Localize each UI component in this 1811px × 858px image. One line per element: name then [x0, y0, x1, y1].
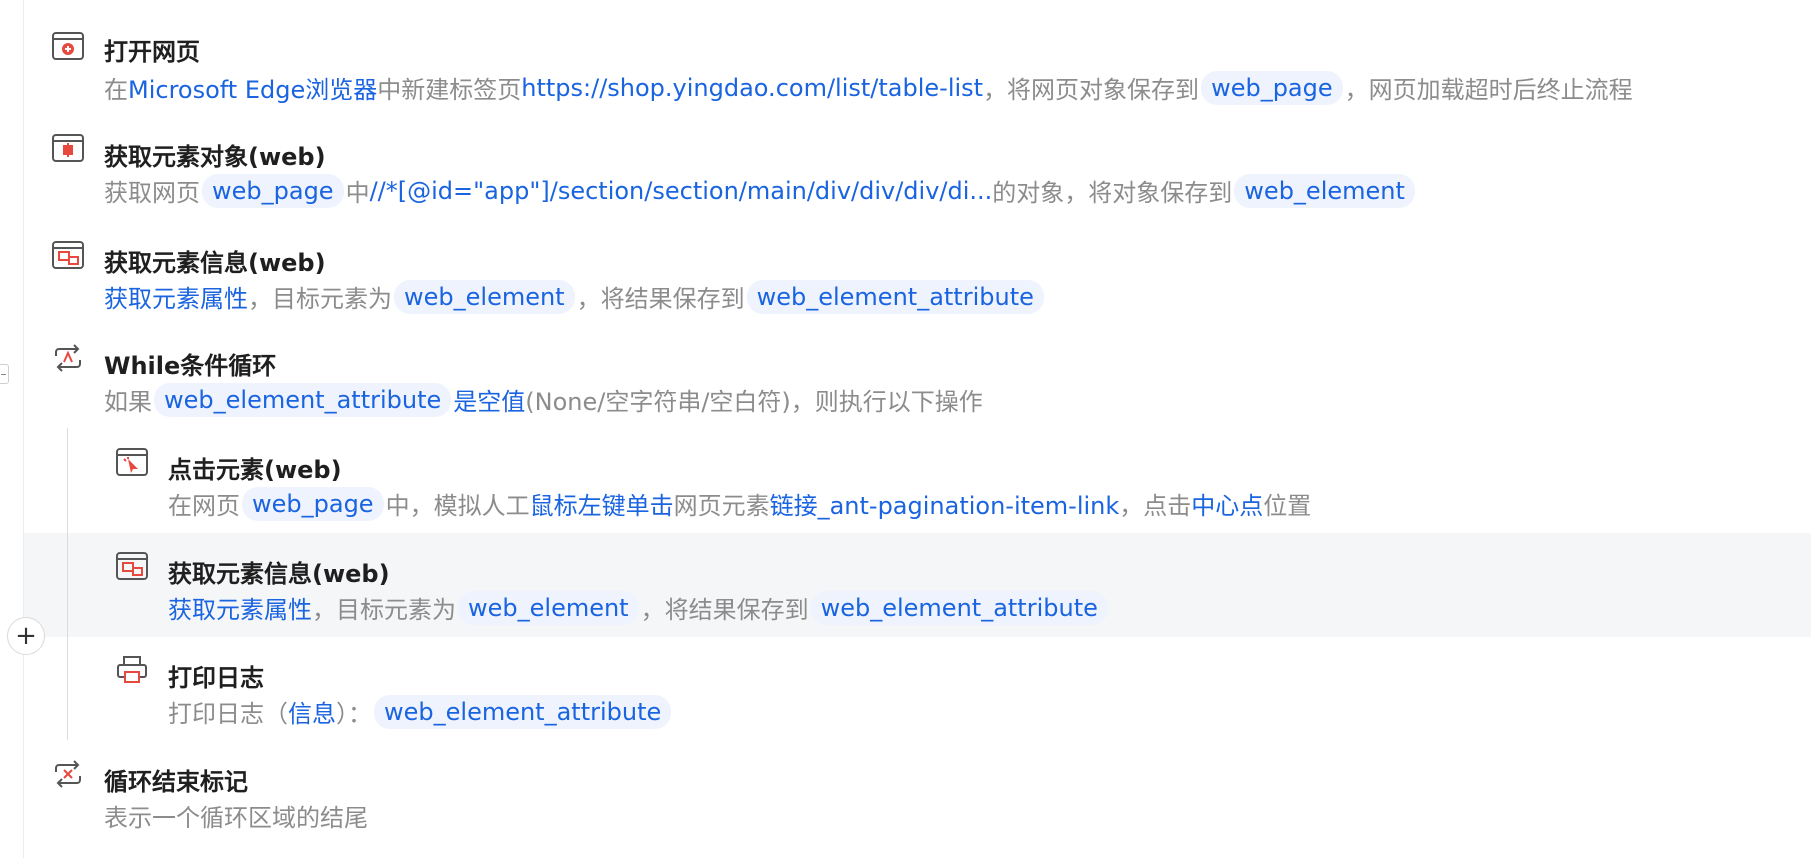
step-title: 获取元素信息(web) — [168, 560, 390, 588]
step-get-element-object[interactable]: 获取元素对象(web) 获取网页 web_page 中 //*[@id="app… — [0, 120, 1811, 224]
step-description: 打印日志（ 信息 ）： web_element_attribute — [168, 694, 673, 729]
variable-pill[interactable]: web_element_attribute — [746, 279, 1044, 314]
step-title: 获取元素对象(web) — [104, 143, 326, 171]
url-link[interactable]: https://shop.yingdao.com/list/table-list — [521, 74, 983, 102]
step-description: 获取元素属性 ，目标元素为 web_element ，将结果保存到 web_el… — [168, 590, 1110, 625]
element-info-icon — [52, 239, 84, 271]
condition-link[interactable]: 是空值 — [453, 382, 525, 417]
variable-pill[interactable]: web_element_attribute — [810, 590, 1108, 625]
step-title: While条件循环 — [104, 352, 277, 380]
step-description: 获取元素属性 ，目标元素为 web_element ，将结果保存到 web_el… — [104, 279, 1046, 314]
step-while-loop[interactable]: While条件循环 如果 web_element_attribute 是空值 (… — [0, 330, 1811, 434]
variable-pill[interactable]: web_page — [202, 173, 344, 208]
step-title: 点击元素(web) — [168, 456, 342, 484]
target-element-link[interactable]: 链接_ant-pagination-item-link — [770, 486, 1120, 521]
variable-pill[interactable]: web_element_attribute — [154, 382, 452, 417]
add-step-button[interactable]: + — [7, 617, 45, 655]
step-get-element-info-2[interactable]: 获取元素信息(web) 获取元素属性 ，目标元素为 web_element ，将… — [0, 538, 1811, 642]
step-title: 打开网页 — [104, 38, 200, 66]
print-icon — [116, 654, 148, 686]
step-title: 获取元素信息(web) — [104, 249, 326, 277]
click-point-link[interactable]: 中心点 — [1191, 486, 1263, 521]
loop-icon — [52, 342, 84, 374]
variable-pill[interactable]: web_element — [458, 590, 639, 625]
action-link[interactable]: 鼠标左键单击 — [530, 486, 674, 521]
step-title: 循环结束标记 — [104, 768, 248, 796]
log-level-link[interactable]: 信息 — [288, 694, 336, 729]
element-object-icon — [52, 132, 84, 164]
variable-pill[interactable]: web_element — [1234, 173, 1415, 208]
step-open-webpage[interactable]: 打开网页 在 Microsoft Edge浏览器 中新建标签页 https://… — [0, 0, 1811, 105]
step-print-log[interactable]: 打印日志 打印日志（ 信息 ）： web_element_attribute — [0, 642, 1811, 746]
step-description: 如果 web_element_attribute 是空值 (None/空字符串/… — [104, 382, 983, 417]
browser-name-link[interactable]: Microsoft Edge浏览器 — [128, 70, 377, 105]
variable-pill[interactable]: web_page — [242, 486, 384, 521]
variable-pill[interactable]: web_element — [394, 279, 575, 314]
browser-open-icon — [52, 30, 84, 62]
operation-link[interactable]: 获取元素属性 — [104, 279, 248, 314]
step-loop-end[interactable]: 循环结束标记 表示一个循环区域的结尾 — [0, 746, 1811, 850]
step-description: 在 Microsoft Edge浏览器 中新建标签页 https://shop.… — [104, 70, 1633, 105]
loop-end-icon — [52, 758, 84, 790]
step-description: 在网页 web_page 中，模拟人工 鼠标左键单击 网页元素 链接_ant-p… — [168, 486, 1311, 521]
step-title: 打印日志 — [168, 664, 264, 692]
step-get-element-info[interactable]: 获取元素信息(web) 获取元素属性 ，目标元素为 web_element ，将… — [0, 226, 1811, 330]
xpath-link[interactable]: //*[@id="app"]/section/section/main/div/… — [370, 177, 993, 205]
step-description: 表示一个循环区域的结尾 — [104, 804, 368, 832]
element-info-icon — [116, 550, 148, 582]
step-click-element[interactable]: 点击元素(web) 在网页 web_page 中，模拟人工 鼠标左键单击 网页元… — [0, 434, 1811, 538]
operation-link[interactable]: 获取元素属性 — [168, 590, 312, 625]
click-element-icon — [116, 446, 148, 478]
variable-pill[interactable]: web_element_attribute — [374, 694, 672, 729]
variable-pill[interactable]: web_page — [1201, 70, 1343, 105]
step-description: 获取网页 web_page 中 //*[@id="app"]/section/s… — [104, 173, 1417, 208]
